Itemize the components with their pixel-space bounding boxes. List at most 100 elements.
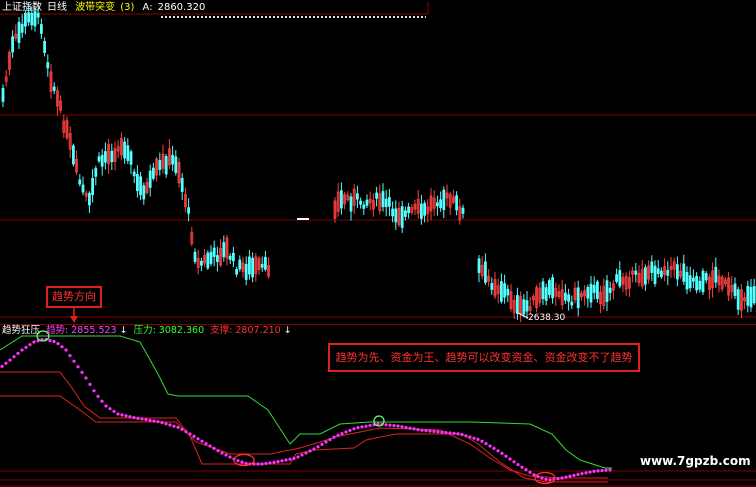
candle-a-body xyxy=(231,252,235,262)
candle-c-body xyxy=(695,275,698,291)
candle-b-body xyxy=(359,200,363,205)
candle-c-body xyxy=(525,300,529,312)
trend-dot xyxy=(92,389,96,393)
indicator-name: 波带突变 xyxy=(75,2,116,13)
trend-dot xyxy=(544,477,548,481)
support-arrow: ↓ xyxy=(283,325,292,336)
trend-dot xyxy=(132,415,136,420)
candle-c-body xyxy=(615,274,618,283)
candle-a-body xyxy=(139,176,143,196)
trend-dot xyxy=(244,461,248,465)
trend-dot xyxy=(236,459,240,463)
candle-c-body xyxy=(650,261,654,273)
candle-a-body xyxy=(244,263,248,280)
candle-c-body xyxy=(483,261,487,283)
candle-a-body xyxy=(40,24,43,34)
candle-b-body xyxy=(394,208,398,223)
trend-dot xyxy=(556,476,560,481)
candle-c-body xyxy=(746,285,750,306)
trend-dot xyxy=(136,416,140,420)
candle-c-body xyxy=(477,258,481,273)
trend-dot xyxy=(604,468,608,472)
trend-dot xyxy=(52,339,56,344)
trend-dot xyxy=(100,399,104,403)
candle-c-body xyxy=(656,268,660,274)
candle-a-body xyxy=(20,23,24,33)
candle-b-body xyxy=(419,203,423,219)
trend-dot xyxy=(324,440,328,444)
trend-dot xyxy=(112,409,116,413)
trend-dot xyxy=(516,463,520,467)
trend-dot xyxy=(460,433,464,437)
candle-c-body xyxy=(692,277,695,282)
candle-c-body xyxy=(704,273,708,281)
trend-dot xyxy=(596,469,600,473)
trend-dot xyxy=(428,429,432,433)
candle-a-body xyxy=(123,141,126,159)
trend-dot xyxy=(316,445,320,449)
trend-dot xyxy=(176,425,180,429)
site-watermark: www.7gpzb.com xyxy=(640,454,751,468)
kline-chart[interactable] xyxy=(0,0,756,324)
trend-dot xyxy=(68,354,72,358)
trend-dot xyxy=(404,425,408,430)
trend-dot xyxy=(292,456,296,460)
trend-dot xyxy=(548,478,552,482)
candle-a-body xyxy=(222,242,226,258)
candle-c-body xyxy=(736,289,740,310)
trend-dot xyxy=(432,429,436,433)
trend-dot xyxy=(16,351,20,355)
candle-b-body xyxy=(442,189,446,211)
trend-dot xyxy=(436,430,440,434)
candle-c-body xyxy=(548,280,551,296)
indicator-panel-name: 趋势狂压 xyxy=(2,325,41,336)
stock-chart-screen: 上证指数 日线 波带突变 (3) A: 2860.320 2638.30 趋势狂压 趋… xyxy=(0,0,756,487)
trend-dot xyxy=(216,449,220,453)
trend-dot xyxy=(304,451,308,455)
trend-dot xyxy=(364,424,368,428)
index-name: 上证指数 xyxy=(2,2,42,13)
trend-dot xyxy=(148,418,152,422)
trend-dot xyxy=(476,437,480,441)
trend-dot xyxy=(156,420,160,424)
candle-a-body xyxy=(129,151,133,165)
candle-b-body xyxy=(349,196,353,212)
trend-dot xyxy=(268,461,272,465)
candle-a-body xyxy=(104,151,107,163)
trend-dot xyxy=(64,348,68,352)
candle-c-body xyxy=(576,287,580,309)
trend-dot xyxy=(336,433,340,437)
candle-a-body xyxy=(187,207,191,214)
candle-b-body xyxy=(407,206,411,214)
trend-dot xyxy=(188,432,192,436)
candle-a-body xyxy=(126,145,130,161)
candle-a-body xyxy=(46,62,50,69)
trend-dot xyxy=(164,422,168,426)
trend-dot xyxy=(220,451,224,455)
candle-b-body xyxy=(403,210,407,217)
trend-dot xyxy=(84,376,88,380)
trend-dot xyxy=(256,462,260,466)
candle-b-body xyxy=(400,206,404,228)
candle-a-body xyxy=(94,168,98,177)
trend-dot xyxy=(464,434,468,438)
candle-b-body xyxy=(339,190,343,209)
trend-dot xyxy=(312,447,316,451)
trend-dot xyxy=(508,457,512,461)
candle-a-body xyxy=(148,170,152,188)
trend-dot xyxy=(88,382,92,386)
candle-c-body xyxy=(688,275,692,289)
trend-motto-callout: 趋势为先、资金为王、趋势可以改变资金、资金改变不了趋势 xyxy=(328,343,640,372)
candle-a-body xyxy=(212,247,216,257)
trend-dot xyxy=(272,460,276,464)
candle-b-body xyxy=(375,192,379,199)
candle-c-body xyxy=(685,271,689,290)
candle-c-body xyxy=(570,301,574,306)
trend-dot xyxy=(76,365,80,369)
trend-dot xyxy=(608,468,612,472)
trend-dot xyxy=(124,414,128,418)
candle-a-body xyxy=(27,12,31,23)
trend-dot xyxy=(352,427,356,431)
candle-c-body xyxy=(564,292,567,301)
candle-b-body xyxy=(381,191,385,208)
